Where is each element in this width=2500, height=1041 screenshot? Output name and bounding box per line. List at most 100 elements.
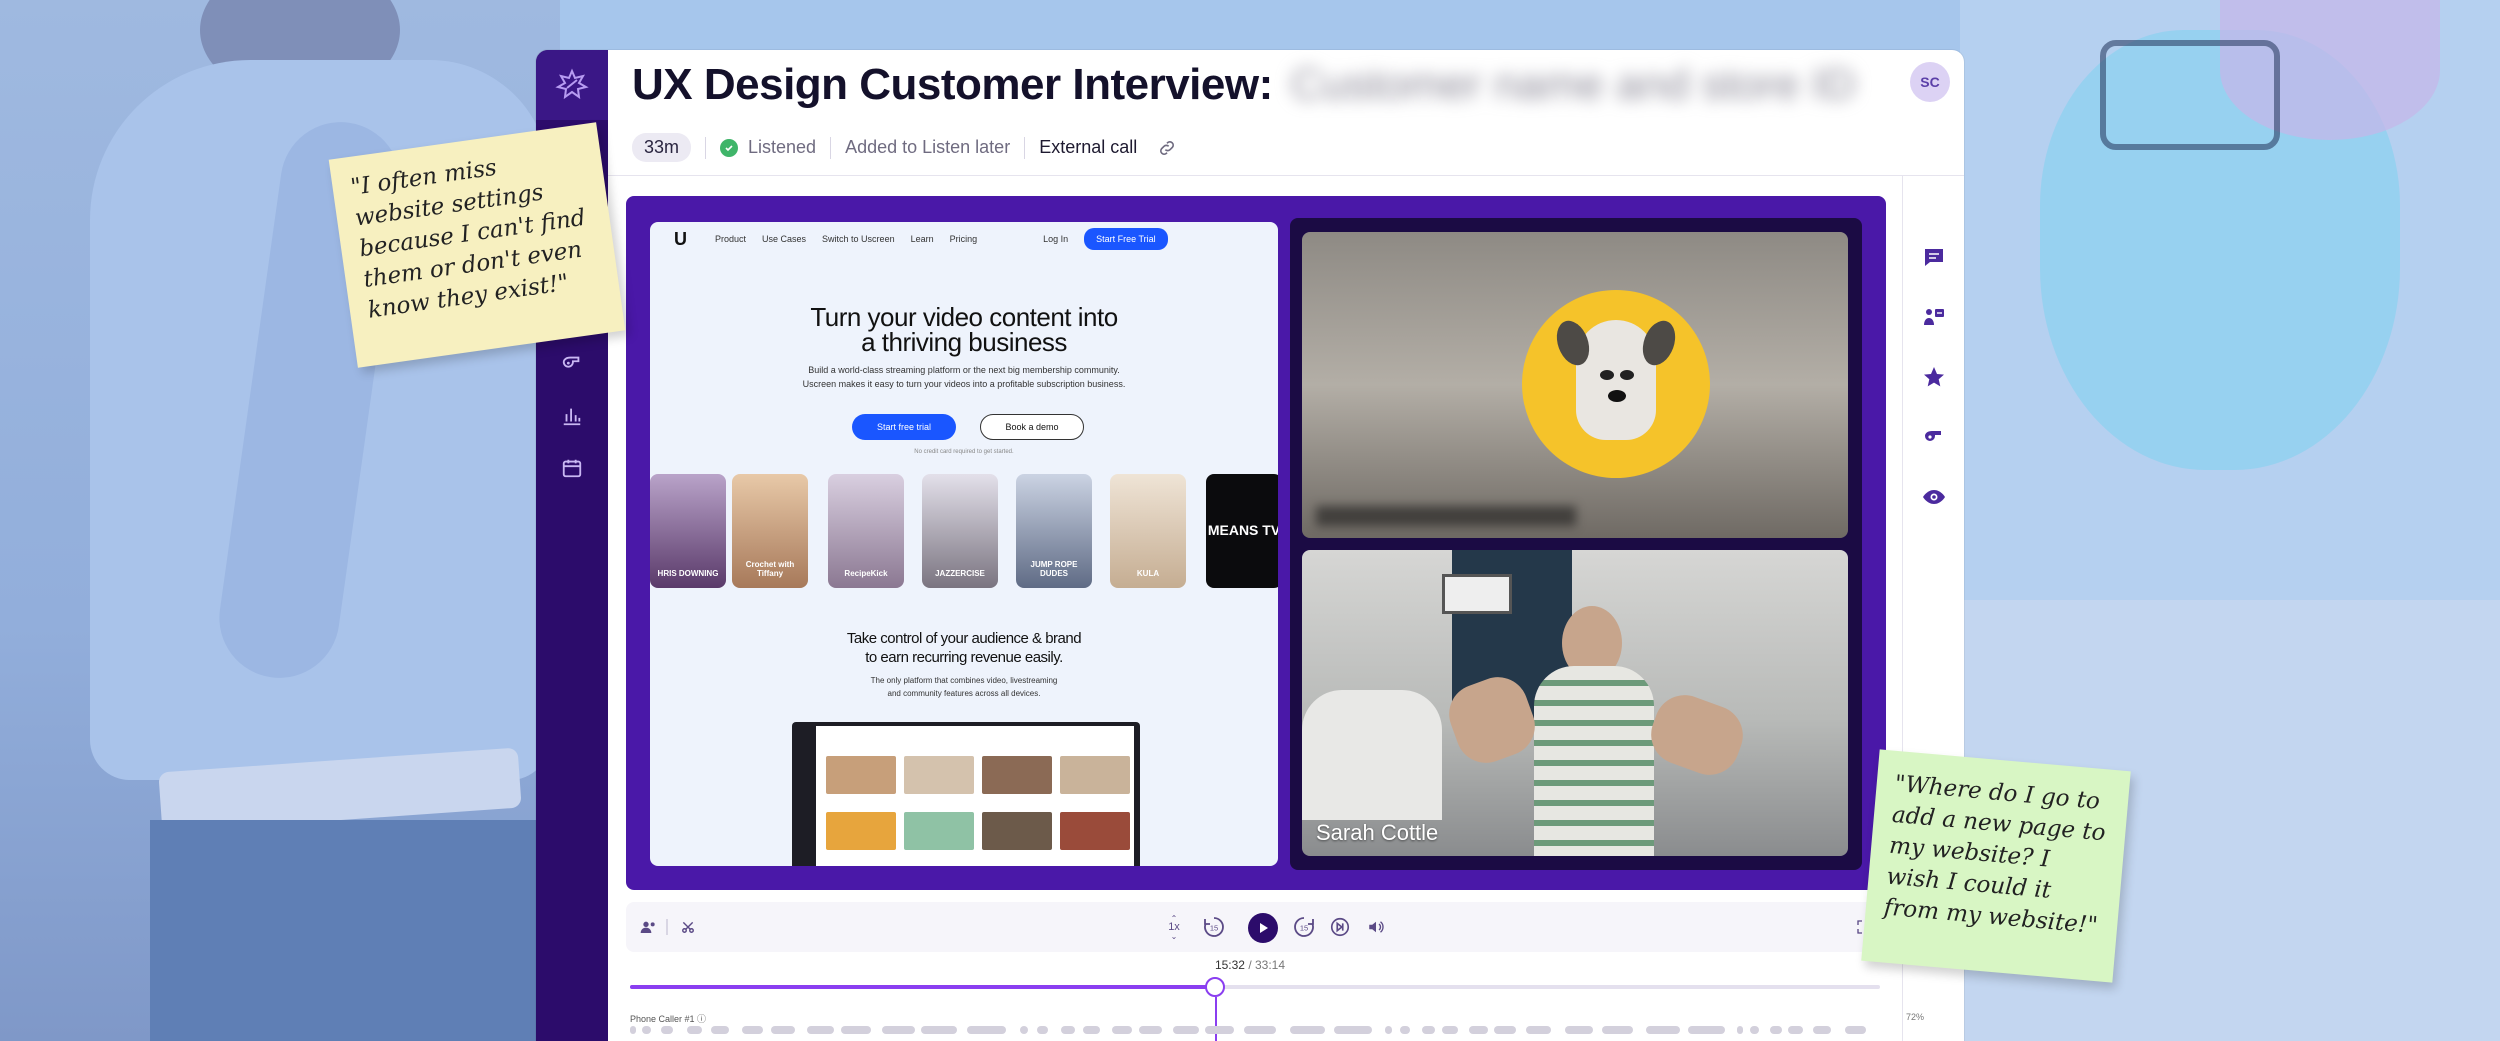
- page-title: UX Design Customer Interview:: [632, 60, 1273, 109]
- eye-icon[interactable]: [1919, 482, 1949, 512]
- check-icon: [720, 138, 739, 157]
- whistle-icon[interactable]: [1919, 422, 1949, 452]
- shared-screen: U Product Use Cases Switch to Uscreen Le…: [650, 222, 1278, 866]
- speaker-activity-segment: [841, 1026, 871, 1034]
- speaker-activity-segment: [1400, 1026, 1410, 1034]
- listened-status: Listened: [720, 137, 816, 158]
- speaker-activity-segment: [687, 1026, 702, 1034]
- creator-thumbnail: HRIS DOWNING: [650, 474, 726, 588]
- speaker-activity-segment: [1813, 1026, 1831, 1034]
- speaker-activity-segment: [1526, 1026, 1551, 1034]
- speaker-activity-segment: [1422, 1026, 1435, 1034]
- speaker-activity-track[interactable]: [630, 1026, 1880, 1034]
- trim-icon[interactable]: [676, 915, 700, 939]
- participant-tiles: Sarah Cottle: [1290, 218, 1862, 870]
- speaker-activity-segment: [1205, 1026, 1234, 1034]
- speaker-activity-segment: [1020, 1026, 1028, 1034]
- calendar-icon[interactable]: [536, 450, 608, 486]
- player-controls: ⌃ 1x ⌄ 15 15: [626, 902, 1916, 952]
- link-icon[interactable]: [1157, 138, 1177, 158]
- speaker-activity-segment: [1750, 1026, 1759, 1034]
- dog-avatar-overlay: [1522, 290, 1710, 478]
- creator-thumbnail: RecipeKick: [828, 474, 904, 588]
- creator-thumbnail: JUMP ROPE DUDES: [1016, 474, 1092, 588]
- speaker-activity-segment: [1770, 1026, 1782, 1034]
- skip-back-icon[interactable]: 15: [1202, 915, 1226, 939]
- speaker-activity-segment: [742, 1026, 763, 1034]
- speaker-activity-segment: [1845, 1026, 1866, 1034]
- speaker-activity-segment: [1469, 1026, 1488, 1034]
- next-moment-icon[interactable]: [1328, 915, 1352, 939]
- uscreen-logo-icon: U: [674, 228, 687, 249]
- call-meta-bar: 33m Listened Added to Listen later Exter…: [608, 120, 1964, 176]
- whistle-icon[interactable]: [536, 346, 608, 382]
- speaker-activity-segment: [1646, 1026, 1680, 1034]
- speaker-activity-segment: [1112, 1026, 1132, 1034]
- speaker-activity-segment: [1061, 1026, 1075, 1034]
- participant-tile[interactable]: [1302, 232, 1848, 538]
- speaker-activity-segment: [967, 1026, 1006, 1034]
- speaker-activity-segment: [1737, 1026, 1743, 1034]
- speaker-activity-segment: [1037, 1026, 1048, 1034]
- speaker-activity-segment: [807, 1026, 834, 1034]
- speaker-activity-segment: [921, 1026, 957, 1034]
- speaker-activity-segment: [1139, 1026, 1162, 1034]
- speaker-activity-segment: [1334, 1026, 1372, 1034]
- logo-icon[interactable]: [536, 50, 608, 120]
- play-button[interactable]: [1248, 913, 1278, 943]
- app-window: UX Design Customer Interview: Customer n…: [536, 50, 1964, 1041]
- comments-icon[interactable]: [1919, 242, 1949, 272]
- sticky-note-quote: "I often miss website settings because I…: [328, 122, 626, 368]
- speaker-activity-segment: [1244, 1026, 1276, 1034]
- speaker-activity-segment: [1688, 1026, 1725, 1034]
- device-mockup: [792, 722, 1140, 866]
- star-icon[interactable]: [1919, 362, 1949, 392]
- speaker-activity-segment: [1385, 1026, 1392, 1034]
- speaker-activity-segment: [1788, 1026, 1803, 1034]
- speaker-activity-segment: [1290, 1026, 1325, 1034]
- creator-thumbnail: Crochet with Tiffany: [732, 474, 808, 588]
- creator-thumbnail: JAZZERCISE: [922, 474, 998, 588]
- svg-text:15: 15: [1300, 924, 1308, 933]
- speaker-activity-segment: [711, 1026, 729, 1034]
- video-player[interactable]: U Product Use Cases Switch to Uscreen Le…: [626, 196, 1886, 890]
- speaker-activity-segment: [661, 1026, 673, 1034]
- skip-forward-icon[interactable]: 15: [1292, 915, 1316, 939]
- team-icon[interactable]: [1919, 302, 1949, 332]
- svg-text:15: 15: [1210, 924, 1218, 933]
- progress-fill: [630, 985, 1215, 989]
- start-free-trial-button: Start free trial: [852, 414, 956, 440]
- call-header: UX Design Customer Interview: Customer n…: [608, 50, 1964, 120]
- duration-badge: 33m: [632, 133, 692, 162]
- redacted-customer-name: Customer name and store ID: [1290, 60, 1856, 109]
- redacted-participant-name: [1316, 506, 1576, 526]
- volume-icon[interactable]: [1364, 915, 1388, 939]
- speed-selector[interactable]: ⌃ 1x ⌄: [1162, 914, 1186, 941]
- speaker-activity-segment: [1173, 1026, 1199, 1034]
- speaker-activity-segment: [771, 1026, 795, 1034]
- speaker-activity-segment: [1565, 1026, 1593, 1034]
- creator-thumbnail: KULA: [1110, 474, 1186, 588]
- avatar[interactable]: SC: [1910, 62, 1950, 102]
- chart-icon[interactable]: [536, 398, 608, 434]
- progress-track[interactable]: [630, 977, 1880, 997]
- scrubber-handle[interactable]: [1205, 977, 1225, 997]
- speaker-activity-segment: [882, 1026, 915, 1034]
- book-demo-button: Book a demo: [980, 414, 1084, 440]
- playhead-line: [1215, 997, 1217, 1041]
- speaker-activity-segment: [1083, 1026, 1100, 1034]
- sticky-note-quote: "Where do I go to add a new page to my w…: [1861, 749, 2131, 983]
- speaker-filter-icon[interactable]: [636, 915, 660, 939]
- participant-tile[interactable]: Sarah Cottle: [1302, 550, 1848, 856]
- creator-thumbnails: HRIS DOWNING Crochet with Tiffany Recipe…: [650, 474, 1278, 588]
- speaker-activity-segment: [1494, 1026, 1516, 1034]
- participant-name: Sarah Cottle: [1316, 820, 1439, 845]
- speaker-talk-percent: 72%: [1905, 1012, 1924, 1022]
- time-readout: 15:32 / 33:14: [1214, 958, 1286, 972]
- listen-later-status[interactable]: Added to Listen later: [845, 137, 1010, 158]
- speaker-activity-segment: [642, 1026, 651, 1034]
- speaker-activity-segment: [630, 1026, 636, 1034]
- speaker-activity-segment: [1442, 1026, 1458, 1034]
- website-navbar: U Product Use Cases Switch to Uscreen Le…: [650, 222, 1278, 256]
- hero-heading-line2: a thriving business: [861, 327, 1067, 357]
